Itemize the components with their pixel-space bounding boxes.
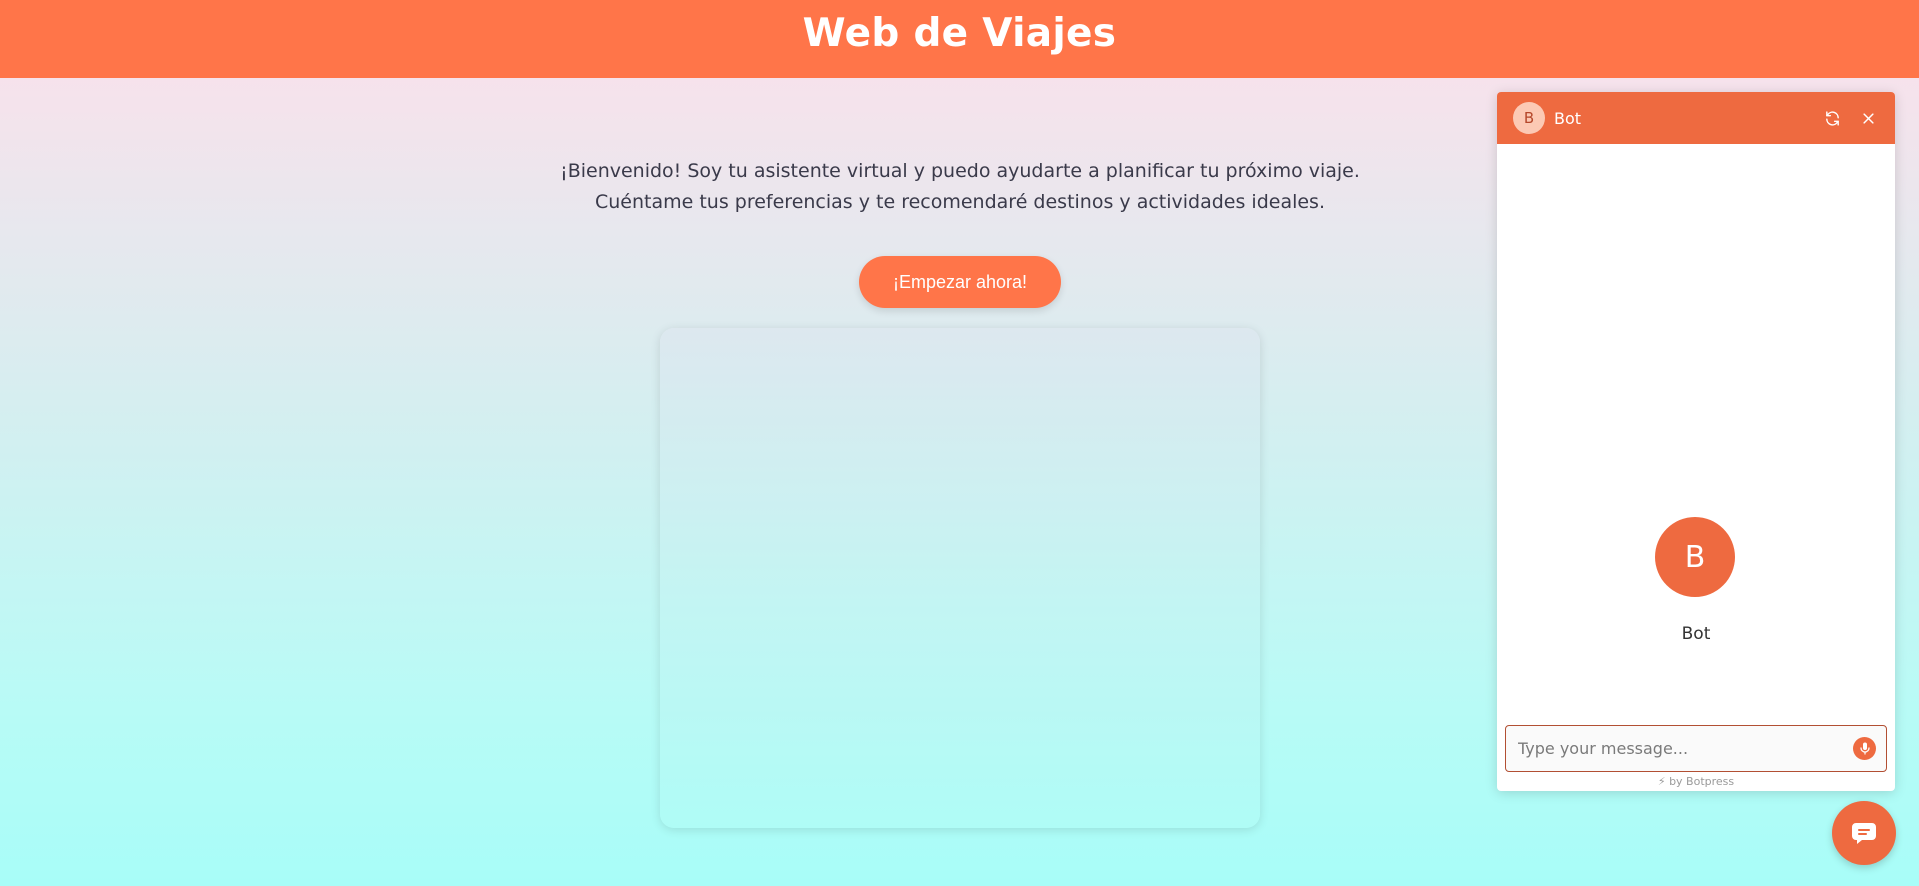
chat-launcher-button[interactable] bbox=[1832, 801, 1896, 865]
site-header: Web de Viajes bbox=[0, 0, 1919, 78]
welcome-line-2: Cuéntame tus preferencias y te recomenda… bbox=[594, 191, 1325, 213]
chat-header: B Bot bbox=[1497, 92, 1895, 144]
chat-header-bot-name: Bot bbox=[1554, 108, 1582, 128]
message-composer bbox=[1505, 725, 1887, 772]
bot-avatar: B bbox=[1513, 102, 1545, 134]
site-title: Web de Viajes bbox=[802, 10, 1117, 56]
start-now-button[interactable]: ¡Empezar ahora! bbox=[859, 256, 1061, 308]
chat-bubble-icon bbox=[1850, 820, 1878, 846]
welcome-line-1: ¡Bienvenido! Soy tu asistente virtual y … bbox=[560, 160, 1360, 182]
powered-by-label[interactable]: ⚡ by Botpress bbox=[1497, 775, 1895, 788]
refresh-icon[interactable] bbox=[1821, 107, 1843, 129]
close-icon[interactable] bbox=[1857, 107, 1879, 129]
bot-profile-avatar: B bbox=[1655, 517, 1735, 597]
content-panel bbox=[660, 328, 1260, 828]
chat-widget: B Bot B Bot ⚡ by Bo bbox=[1497, 92, 1895, 791]
welcome-text: ¡Bienvenido! Soy tu asistente virtual y … bbox=[460, 156, 1460, 218]
microphone-icon[interactable] bbox=[1853, 737, 1876, 760]
message-input[interactable] bbox=[1518, 739, 1853, 758]
bot-profile-name: Bot bbox=[1681, 624, 1711, 644]
